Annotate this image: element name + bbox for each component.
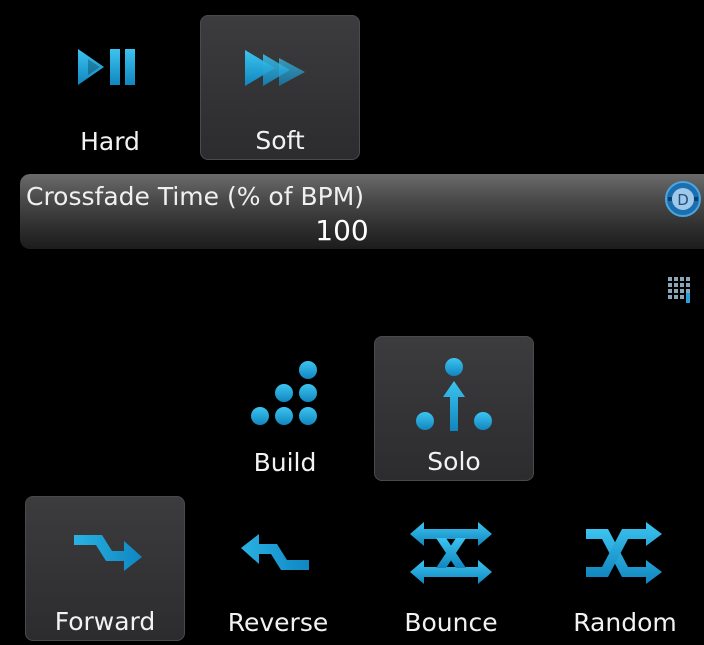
random-button[interactable]: Random (545, 496, 704, 641)
soft-label: Soft (255, 126, 305, 155)
random-arrows-icon (586, 522, 662, 584)
svg-text:D: D (677, 191, 689, 209)
build-button[interactable]: Build (205, 336, 365, 481)
forward-button[interactable]: Forward (25, 496, 185, 641)
crossfade-fader[interactable]: Crossfade Time (% of BPM) 100 D (20, 174, 704, 249)
crossfade-title: Crossfade Time (% of BPM) (26, 182, 365, 211)
reverse-button[interactable]: Reverse (198, 496, 358, 641)
soft-button[interactable]: Soft (200, 15, 360, 160)
keypad-icon[interactable] (668, 277, 690, 305)
reverse-label: Reverse (227, 608, 329, 637)
hard-label: Hard (80, 127, 140, 156)
play-pause-icon (78, 49, 135, 85)
settings-knob-icon[interactable]: D (664, 180, 702, 218)
fast-forward-icon (245, 50, 305, 86)
bounce-arrows-icon (410, 522, 492, 584)
forward-arrow-icon (74, 535, 142, 571)
solo-button[interactable]: Solo (374, 336, 534, 481)
crossfade-value: 100 (315, 214, 369, 247)
reverse-arrow-icon (241, 534, 309, 570)
bounce-label: Bounce (404, 608, 498, 637)
solo-arrow-icon (416, 358, 492, 431)
solo-label: Solo (427, 447, 481, 476)
bounce-button[interactable]: Bounce (371, 496, 531, 641)
random-label: Random (573, 608, 677, 637)
forward-label: Forward (54, 607, 156, 636)
hard-button[interactable]: Hard (30, 15, 190, 160)
build-label: Build (253, 448, 317, 477)
build-dots-icon (251, 361, 317, 425)
